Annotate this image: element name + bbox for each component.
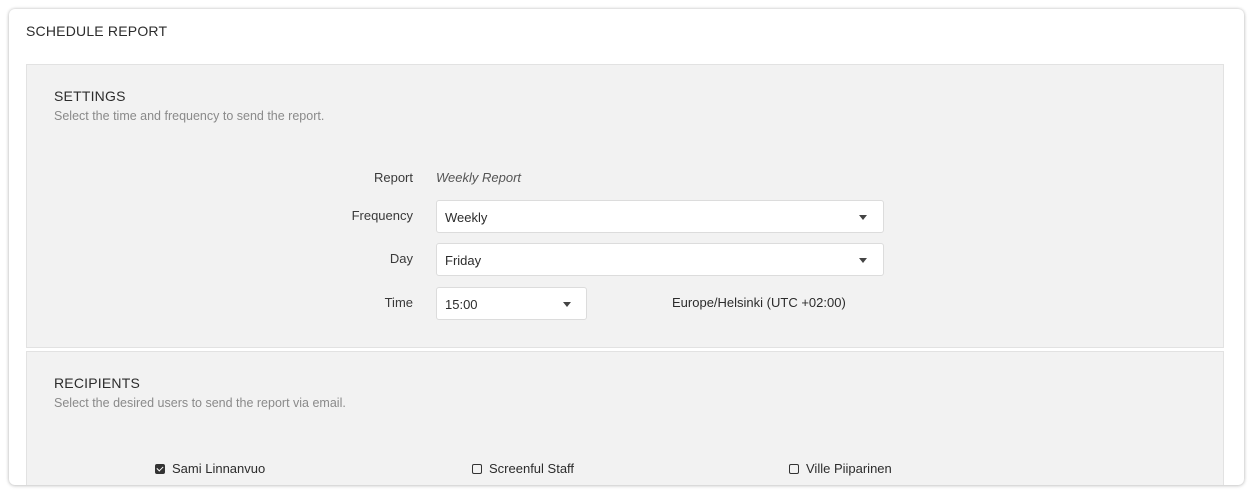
frequency-label: Frequency: [351, 208, 413, 223]
schedule-report-dialog: SCHEDULE REPORT SETTINGS Select the time…: [9, 9, 1244, 485]
caret-down-icon: [859, 215, 867, 220]
recipients-panel: RECIPIENTS Select the desired users to s…: [26, 351, 1224, 485]
frequency-select[interactable]: Weekly: [436, 200, 884, 233]
settings-panel: SETTINGS Select the time and frequency t…: [26, 64, 1224, 348]
time-select-value: 15:00: [445, 297, 478, 312]
day-label: Day: [389, 251, 413, 266]
time-select[interactable]: 15:00: [436, 287, 587, 320]
recipient-name: Screenful Staff: [489, 461, 575, 476]
report-value: Weekly Report: [436, 170, 522, 185]
recipients-description: Select the desired users to send the rep…: [54, 396, 346, 410]
settings-description: Select the time and frequency to send th…: [54, 109, 325, 123]
timezone-label: Europe/Helsinki (UTC +02:00): [672, 295, 846, 310]
checkbox-checked-icon[interactable]: [155, 463, 165, 474]
frequency-select-value: Weekly: [445, 210, 488, 225]
recipient-name: Ville Piiparinen: [806, 461, 892, 476]
dialog-title: SCHEDULE REPORT: [26, 23, 168, 39]
report-label: Report: [373, 170, 413, 185]
caret-down-icon: [859, 258, 867, 263]
settings-title: SETTINGS: [54, 88, 126, 104]
day-select-value: Friday: [445, 253, 482, 268]
recipient-name: Sami Linnanvuo: [172, 461, 266, 476]
recipients-title: RECIPIENTS: [54, 375, 141, 391]
caret-down-icon: [563, 302, 571, 307]
checkbox-unchecked-icon[interactable]: [472, 463, 482, 474]
recipient-checkbox-ville-piiparinen[interactable]: Ville Piiparinen: [789, 461, 892, 476]
recipient-checkbox-sami-linnanvuo[interactable]: Sami Linnanvuo: [155, 461, 265, 476]
recipient-checkbox-screenful-staff[interactable]: Screenful Staff: [472, 461, 574, 476]
day-select[interactable]: Friday: [436, 243, 884, 276]
checkbox-unchecked-icon[interactable]: [789, 463, 799, 474]
time-label: Time: [384, 295, 413, 310]
